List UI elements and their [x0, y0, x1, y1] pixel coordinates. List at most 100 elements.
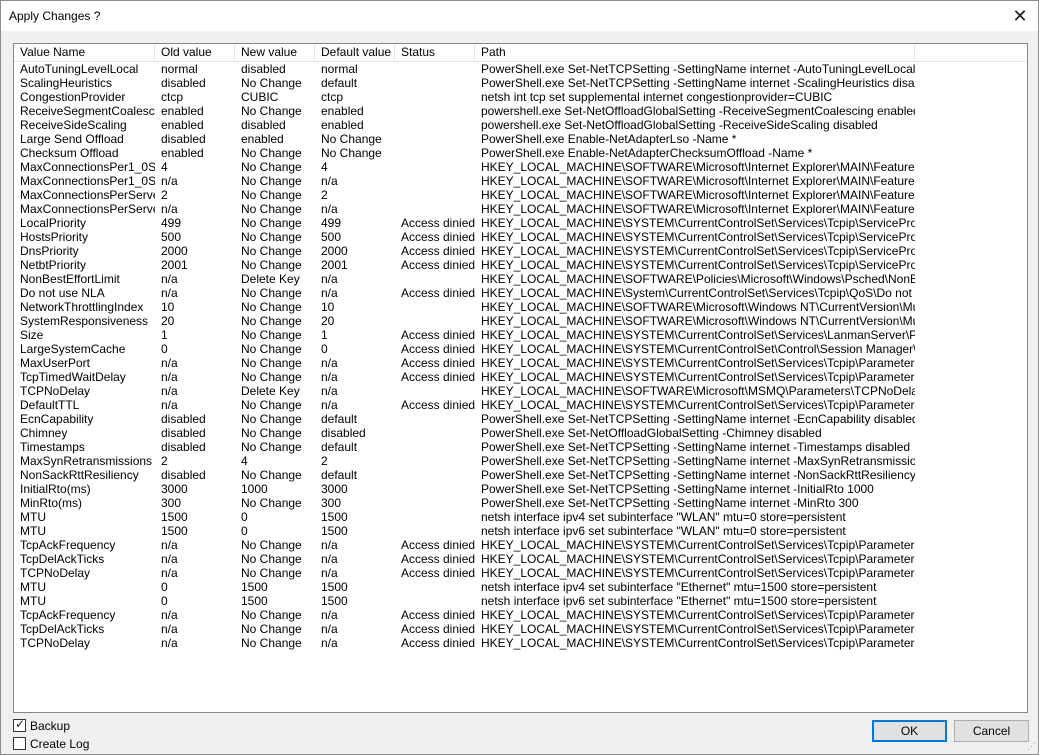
table-row[interactable]: MaxConnectionsPer1_0S... 4 No Change 4 HKEY_… [14, 160, 1027, 174]
status-cell [395, 272, 475, 286]
value-name-cell: MTU [20, 594, 46, 608]
table-row[interactable]: TcpDelAckTicks n/a No Change n/a Access dini… [14, 622, 1027, 636]
table-row[interactable]: TcpAckFrequency n/a No Change n/a Access din… [14, 538, 1027, 552]
status-cell: Access dinied [401, 608, 475, 622]
table-row[interactable]: Large Send Offload disabled enabled No Chan… [14, 132, 1027, 146]
table-row[interactable]: DnsPriority 2000 No Change 2000 Access dinie… [14, 244, 1027, 258]
new-value-cell: No Change [241, 202, 302, 216]
table-row[interactable]: MTU 0 1500 1500 netsh interface ipv6 set sub… [14, 594, 1027, 608]
status-cell [395, 76, 475, 90]
table-row[interactable]: Do not use NLA n/a No Change n/a Access dini… [14, 286, 1027, 300]
value-name-cell: TCPNoDelay [20, 384, 91, 398]
default-value-cell: enabled [321, 118, 364, 132]
path-cell: netsh interface ipv6 set subinterface "E… [481, 594, 877, 608]
old-value-cell: 0 [161, 594, 168, 608]
backup-label[interactable]: Backup [30, 719, 70, 733]
status-cell [395, 426, 475, 440]
ok-button[interactable]: OK [872, 720, 947, 742]
table-row[interactable]: DefaultTTL n/a No Change n/a Access dinied HK… [14, 398, 1027, 412]
table-row[interactable]: MaxConnectionsPer1_0S... n/a No Change n/a H… [14, 174, 1027, 188]
old-value-cell: n/a [161, 622, 178, 636]
default-value-cell: 20 [321, 314, 335, 328]
value-name-cell: MaxUserPort [20, 356, 91, 370]
table-row[interactable]: NetworkThrottlingIndex 10 No Change 10 HKEY_… [14, 300, 1027, 314]
column-header-status[interactable]: Status [395, 44, 475, 61]
default-value-cell: n/a [321, 552, 338, 566]
create-log-label[interactable]: Create Log [30, 737, 89, 751]
path-cell: PowerShell.exe Set-NetTCPSetting -Settin… [481, 496, 859, 510]
table-row[interactable]: MaxConnectionsPerServer n/a No Change n/a HK… [14, 202, 1027, 216]
table-row[interactable]: ReceiveSegmentCoalescing enabled No Change… [14, 104, 1027, 118]
table-row[interactable]: LargeSystemCache 0 No Change 0 Access dinied… [14, 342, 1027, 356]
new-value-cell: No Change [241, 566, 302, 580]
column-header-default-value[interactable]: Default value [315, 44, 395, 61]
status-cell: Access dinied [401, 370, 475, 384]
table-row[interactable]: LocalPriority 499 No Change 499 Access dinie… [14, 216, 1027, 230]
table-row[interactable]: TCPNoDelay n/a No Change n/a Access dinied HK… [14, 636, 1027, 650]
old-value-cell: n/a [161, 552, 178, 566]
table-row[interactable]: TcpAckFrequency n/a No Change n/a Access din… [14, 608, 1027, 622]
column-header-old-value[interactable]: Old value [155, 44, 235, 61]
table-row[interactable]: AutoTuningLevelLocal normal disabled normal… [14, 62, 1027, 76]
value-name-cell: TCPNoDelay [20, 636, 91, 650]
column-header-new-value[interactable]: New value [235, 44, 315, 61]
status-cell: Access dinied [401, 538, 475, 552]
table-row[interactable]: InitialRto(ms) 3000 1000 3000 PowerShell.exe… [14, 482, 1027, 496]
path-cell: netsh interface ipv6 set subinterface "W… [481, 524, 846, 538]
table-row[interactable]: MaxUserPort n/a No Change n/a Access dinied H… [14, 356, 1027, 370]
close-icon[interactable]: ✕ [1010, 6, 1030, 26]
table-row[interactable]: Size 1 No Change 1 Access dinied HKEY_LOCAL_M… [14, 328, 1027, 342]
status-cell [395, 314, 475, 328]
table-row[interactable]: Chimney disabled No Change disabled PowerShe… [14, 426, 1027, 440]
table-row[interactable]: TCPNoDelay n/a No Change n/a Access dinied HK… [14, 566, 1027, 580]
value-name-cell: AutoTuningLevelLocal [20, 62, 139, 76]
table-row[interactable]: CongestionProvider ctcp CUBIC ctcp netsh int… [14, 90, 1027, 104]
value-name-cell: MaxConnectionsPerServer [20, 188, 155, 202]
column-header-value-name[interactable]: Value Name [14, 44, 155, 61]
new-value-cell: No Change [241, 608, 302, 622]
table-row[interactable]: TCPNoDelay n/a Delete Key n/a HKEY_LOCAL_MAC… [14, 384, 1027, 398]
table-row[interactable]: MaxSynRetransmissions 2 4 2 PowerShell.exe S… [14, 454, 1027, 468]
table-row[interactable]: MaxConnectionsPerServer 2 No Change 2 HKEY_L… [14, 188, 1027, 202]
value-name-cell: LocalPriority [20, 216, 87, 230]
new-value-cell: No Change [241, 244, 302, 258]
old-value-cell: n/a [161, 174, 178, 188]
table-row[interactable]: ReceiveSideScaling enabled disabled enabled… [14, 118, 1027, 132]
table-row[interactable]: NonBestEffortLimit n/a Delete Key n/a HKEY_L… [14, 272, 1027, 286]
table-row[interactable]: MTU 1500 0 1500 netsh interface ipv4 set sub… [14, 510, 1027, 524]
table-row[interactable]: Timestamps disabled No Change default PowerS… [14, 440, 1027, 454]
path-cell: HKEY_LOCAL_MACHINE\SYSTEM\CurrentControl… [481, 538, 915, 552]
status-cell [395, 594, 475, 608]
table-row[interactable]: TcpTimedWaitDelay n/a No Change n/a Access d… [14, 370, 1027, 384]
new-value-cell: No Change [241, 174, 302, 188]
default-value-cell: 499 [321, 216, 342, 230]
table-row[interactable]: ScalingHeuristics disabled No Change defaul… [14, 76, 1027, 90]
backup-checkbox[interactable]: ✓ [13, 717, 26, 732]
old-value-cell: n/a [161, 356, 178, 370]
table-row[interactable]: NetbtPriority 2001 No Change 2001 Access din… [14, 258, 1027, 272]
table-row[interactable]: MTU 0 1500 1500 netsh interface ipv4 set sub… [14, 580, 1027, 594]
table-row[interactable]: MinRto(ms) 300 No Change 300 PowerShell.exe … [14, 496, 1027, 510]
table-row[interactable]: EcnCapability disabled No Change default Pow… [14, 412, 1027, 426]
path-cell: HKEY_LOCAL_MACHINE\SYSTEM\CurrentControl… [481, 356, 915, 370]
default-value-cell: 1500 [321, 594, 348, 608]
new-value-cell: No Change [241, 160, 302, 174]
create-log-checkbox[interactable] [13, 737, 26, 750]
cancel-button[interactable]: Cancel [954, 720, 1029, 742]
status-cell [395, 524, 475, 538]
old-value-cell: disabled [161, 412, 206, 426]
table-row[interactable]: NonSackRttResiliency disabled No Change def… [14, 468, 1027, 482]
table-row[interactable]: TcpDelAckTicks n/a No Change n/a Access dini… [14, 552, 1027, 566]
default-value-cell: n/a [321, 370, 338, 384]
column-header-path[interactable]: Path [475, 44, 915, 61]
changes-list[interactable]: Value Name Old value New value Default v… [13, 43, 1028, 713]
table-row[interactable]: SystemResponsiveness 20 No Change 20 HKEY_LO… [14, 314, 1027, 328]
value-name-cell: TcpTimedWaitDelay [20, 370, 126, 384]
new-value-cell: CUBIC [241, 90, 279, 104]
old-value-cell: 2000 [161, 244, 188, 258]
table-row[interactable]: MTU 1500 0 1500 netsh interface ipv6 set sub… [14, 524, 1027, 538]
table-row[interactable]: Checksum Offload enabled No Change No Chang… [14, 146, 1027, 160]
table-row[interactable]: HostsPriority 500 No Change 500 Access dinie… [14, 230, 1027, 244]
resize-grip-icon[interactable]: ⋰ [1027, 741, 1036, 752]
value-name-cell: Timestamps [20, 440, 85, 454]
